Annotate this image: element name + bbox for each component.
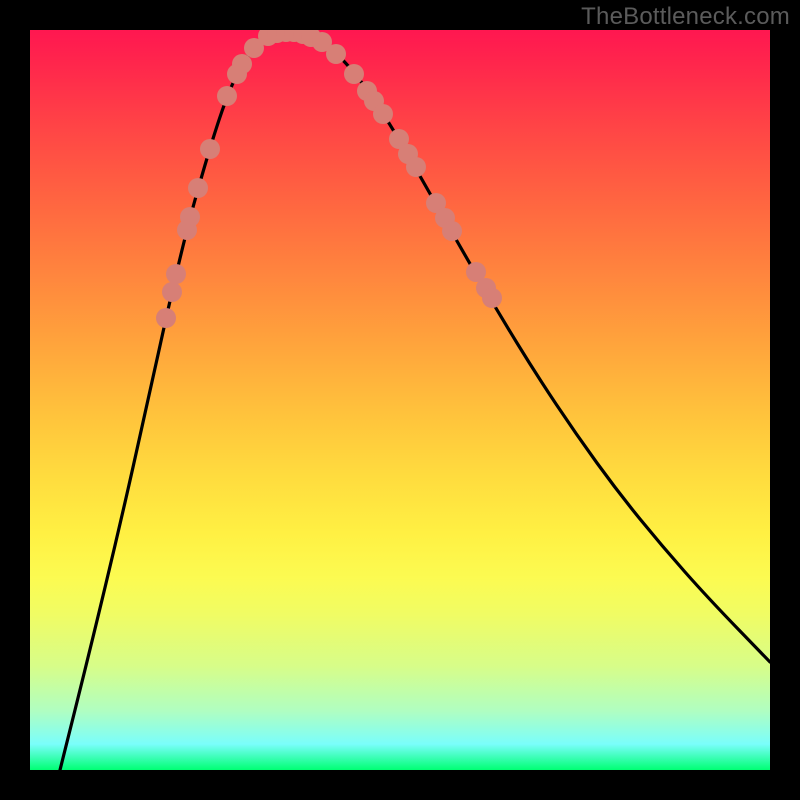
data-marker [156,308,176,328]
data-marker [217,86,237,106]
watermark-text: TheBottleneck.com [581,3,790,31]
data-marker [166,264,186,284]
curve-layer [30,30,770,770]
data-marker [326,44,346,64]
data-marker [344,64,364,84]
bottleneck-curve [60,32,770,770]
data-marker [373,104,393,124]
data-marker [188,178,208,198]
chart-outer-frame: TheBottleneck.com [0,0,800,800]
plot-area [30,30,770,770]
data-marker [180,207,200,227]
data-marker [200,139,220,159]
data-marker [442,221,462,241]
data-marker [162,282,182,302]
data-marker [482,288,502,308]
data-markers [156,30,502,328]
data-marker [232,54,252,74]
data-marker [406,157,426,177]
